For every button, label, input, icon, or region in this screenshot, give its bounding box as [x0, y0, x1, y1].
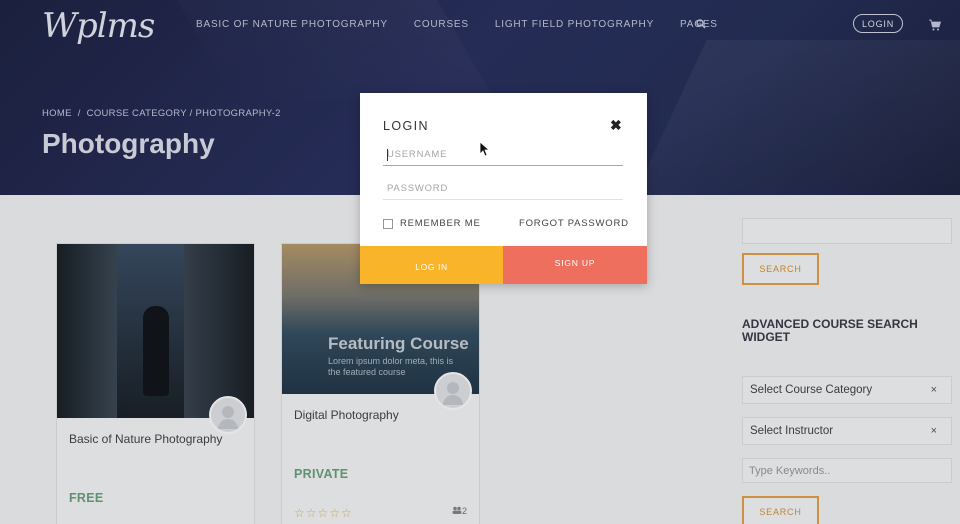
username-field[interactable]: [383, 144, 623, 166]
login-modal: LOGIN ✖ REMEMBER ME FORGOT PASSWORD LOG …: [360, 93, 647, 284]
text-caret: [387, 149, 388, 161]
password-field[interactable]: [383, 178, 623, 200]
log-in-button[interactable]: LOG IN: [360, 246, 503, 284]
mouse-cursor-icon: [479, 141, 489, 157]
remember-label[interactable]: REMEMBER ME: [400, 218, 481, 229]
forgot-password-link[interactable]: FORGOT PASSWORD: [519, 218, 629, 229]
remember-me[interactable]: REMEMBER ME: [383, 218, 481, 229]
sign-up-button[interactable]: SIGN UP: [503, 246, 647, 284]
remember-checkbox[interactable]: [383, 218, 393, 229]
modal-title: LOGIN: [383, 119, 429, 133]
close-icon[interactable]: ✖: [610, 118, 624, 132]
